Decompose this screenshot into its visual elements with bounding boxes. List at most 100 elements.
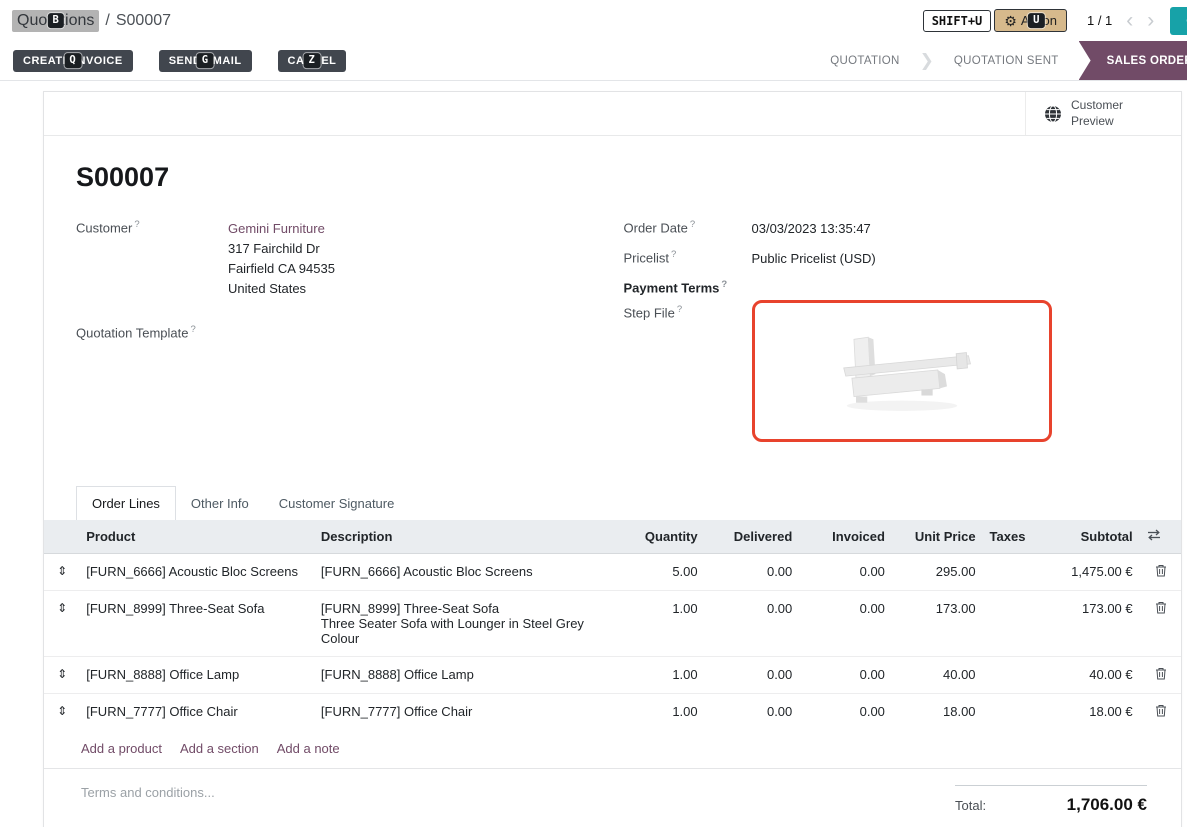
cancel-button[interactable]: CANCEL Z [278,50,347,72]
step-file-viewer[interactable] [752,300,1052,442]
pager-previous-icon[interactable]: ‹ [1126,10,1133,31]
terms-and-conditions-input[interactable]: Terms and conditions... [81,785,215,800]
shortcut-badge-g: G [197,53,214,69]
breadcrumb-quotations-link[interactable]: Quotations B [12,10,99,32]
cell-subtotal: 1,475.00 € [1032,553,1141,590]
customer-link[interactable]: Gemini Furniture [228,219,335,239]
create-button[interactable]: Create [1170,7,1187,35]
cell-description[interactable]: [FURN_7777] Office Chair [315,693,615,730]
field-step-file: Step File? [624,304,1142,442]
breadcrumb: Quotations B / S00007 [12,10,171,32]
cell-quantity[interactable]: 1.00 [615,693,706,730]
cell-unit-price[interactable]: 40.00 [893,656,984,693]
line-add-links: Add a product Add a section Add a note [44,730,1181,769]
shortcut-hint-shift-u: SHIFT+U [923,10,992,32]
cell-quantity[interactable]: 1.00 [615,590,706,656]
add-note-link[interactable]: Add a note [277,741,340,756]
status-step-sales-order[interactable]: SALES ORDER [1079,41,1187,80]
order-date-value[interactable]: 03/03/2023 13:35:47 [752,219,871,239]
field-customer: Customer? Gemini Furniture 317 Fairchild… [76,219,594,300]
cell-product[interactable]: [FURN_7777] Office Chair [80,693,315,730]
send-email-button[interactable]: SEND EMAIL G [159,50,252,72]
cell-delivered: 0.00 [706,693,801,730]
form-card-header: Customer Preview [44,92,1181,136]
totals-box: Total: 1,706.00 € [955,785,1147,815]
add-product-link[interactable]: Add a product [81,741,162,756]
tab-other-info[interactable]: Other Info [176,487,264,520]
total-value: 1,706.00 € [1067,795,1147,815]
col-description: Description [315,520,615,554]
adjust-columns-icon [1147,529,1161,541]
step-file-label: Step File? [624,304,752,442]
cell-taxes[interactable] [984,656,1032,693]
help-icon: ? [690,219,695,230]
notebook-tabs: Order Lines Other Info Customer Signatur… [76,486,1141,520]
cell-taxes[interactable] [984,590,1032,656]
quotation-template-label: Quotation Template? [76,324,228,340]
drag-handle[interactable]: ⇕ [44,590,80,656]
cell-taxes[interactable] [984,553,1032,590]
customer-preview-button[interactable]: Customer Preview [1025,92,1181,135]
breadcrumb-current: S00007 [116,12,171,30]
form-footer: Terms and conditions... Total: 1,706.00 … [44,769,1181,815]
status-step-quotation-sent[interactable]: QUOTATION SENT [934,41,1079,80]
col-quantity: Quantity [615,520,706,554]
pager: 1 / 1 [1087,13,1112,28]
record-action-buttons: CREATE INVOICE Q SEND EMAIL G CANCEL Z [0,41,372,80]
breadcrumb-separator: / [105,12,109,30]
cell-unit-price[interactable]: 18.00 [893,693,984,730]
add-section-link[interactable]: Add a section [180,741,259,756]
col-product: Product [80,520,315,554]
drag-handle[interactable]: ⇕ [44,693,80,730]
field-order-date: Order Date? 03/03/2023 13:35:47 [624,219,1142,239]
delete-row-button[interactable] [1141,590,1181,656]
cell-invoiced: 0.00 [800,590,893,656]
control-panel-top: Quotations B / S00007 SHIFT+U ⚙ Action U… [0,0,1187,41]
cell-product[interactable]: [FURN_8888] Office Lamp [80,656,315,693]
field-quotation-template: Quotation Template? [76,324,594,340]
create-invoice-button[interactable]: CREATE INVOICE Q [13,50,133,72]
tab-order-lines[interactable]: Order Lines [76,486,176,520]
col-unit-price: Unit Price [893,520,984,554]
cell-quantity[interactable]: 5.00 [615,553,706,590]
drag-handle[interactable]: ⇕ [44,553,80,590]
cell-unit-price[interactable]: 295.00 [893,553,984,590]
cell-subtotal: 173.00 € [1032,590,1141,656]
statusbar: QUOTATION ❯ QUOTATION SENT SALES ORDER [810,41,1187,80]
cell-quantity[interactable]: 1.00 [615,656,706,693]
help-icon: ? [671,249,676,260]
customer-address: 317 Fairchild Dr Fairfield CA 94535 Unit… [228,239,335,299]
trash-icon [1155,564,1167,577]
action-menu-button[interactable]: ⚙ Action U [994,9,1067,32]
customer-label: Customer? [76,219,228,300]
col-taxes: Taxes [984,520,1032,554]
pager-next-icon[interactable]: › [1147,10,1154,31]
cell-description[interactable]: [FURN_6666] Acoustic Bloc Screens [315,553,615,590]
pricelist-value[interactable]: Public Pricelist (USD) [752,249,876,269]
cell-invoiced: 0.00 [800,553,893,590]
optional-columns-button[interactable] [1141,520,1181,554]
cell-delivered: 0.00 [706,590,801,656]
col-invoiced: Invoiced [800,520,893,554]
cell-product[interactable]: [FURN_8999] Three-Seat Sofa [80,590,315,656]
cell-taxes[interactable] [984,693,1032,730]
cell-description[interactable]: [FURN_8999] Three-Seat Sofa Three Seater… [315,590,615,656]
form-sheet: S00007 Customer? Gemini Furniture 317 Fa… [44,136,1181,520]
col-subtotal: Subtotal [1032,520,1141,554]
control-panel-right: SHIFT+U ⚙ Action U 1 / 1 ‹ › Create [923,0,1187,41]
field-pricelist: Pricelist? Public Pricelist (USD) [624,249,1142,269]
delete-row-button[interactable] [1141,553,1181,590]
customer-value: Gemini Furniture 317 Fairchild Dr Fairfi… [228,219,335,300]
tab-customer-signature[interactable]: Customer Signature [264,487,410,520]
drag-handle[interactable]: ⇕ [44,656,80,693]
order-lines-table: Product Description Quantity Delivered I… [44,520,1181,730]
cell-product[interactable]: [FURN_6666] Acoustic Bloc Screens [80,553,315,590]
delete-row-button[interactable] [1141,693,1181,730]
step-file-3d-object [812,325,992,417]
page-title: S00007 [76,162,1141,193]
cell-unit-price[interactable]: 173.00 [893,590,984,656]
delete-row-button[interactable] [1141,656,1181,693]
cell-description[interactable]: [FURN_8888] Office Lamp [315,656,615,693]
shortcut-badge-b: B [48,13,64,29]
status-step-quotation[interactable]: QUOTATION [810,41,919,80]
